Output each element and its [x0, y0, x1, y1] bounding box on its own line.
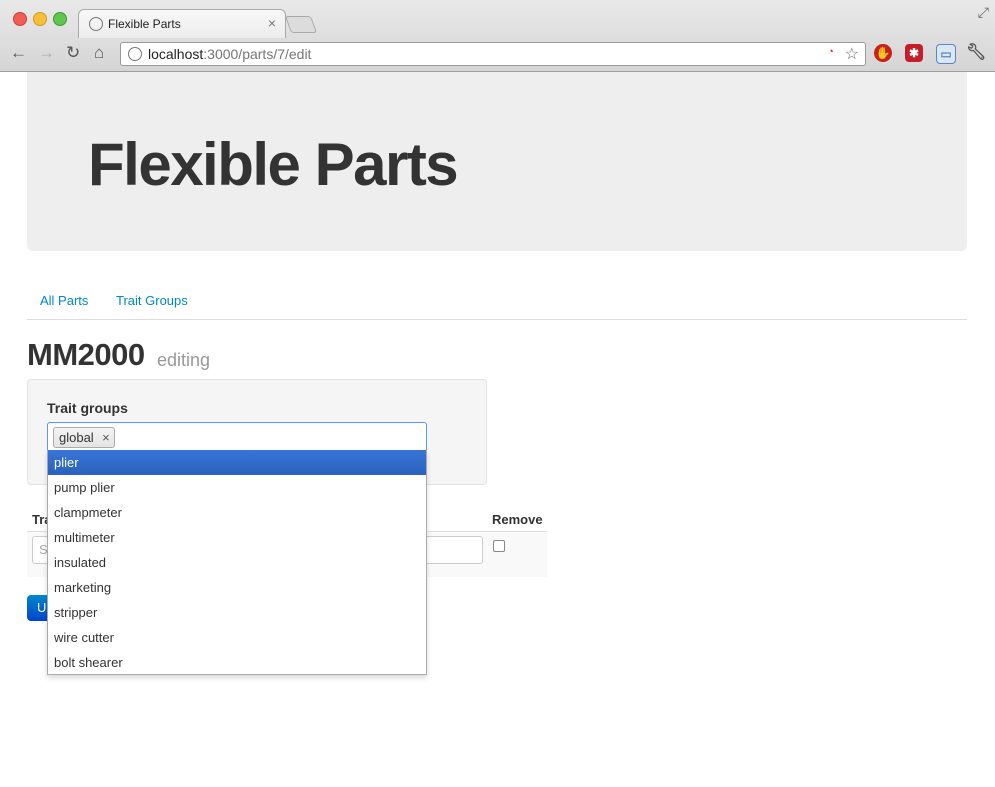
hero-title: Flexible Parts	[88, 131, 459, 198]
trait-groups-dropdown: plier pump plier clampmeter multimeter insul…	[47, 450, 427, 675]
back-icon[interactable]: ←	[10, 43, 27, 63]
nav-link-trait-groups[interactable]: Trait Groups	[116, 293, 188, 308]
page-title: MM2000	[27, 337, 145, 372]
remove-checkbox[interactable]	[493, 540, 505, 552]
zoom-window-button[interactable]	[53, 12, 67, 26]
lastpass-extension-icon[interactable]: ✱	[905, 44, 923, 62]
dropdown-option[interactable]: stripper	[48, 600, 426, 625]
chip-remove-icon[interactable]: ×	[102, 428, 110, 447]
close-window-button[interactable]	[13, 12, 27, 26]
dropdown-option[interactable]: clampmeter	[48, 500, 426, 525]
star-icon[interactable]: ☆	[845, 44, 859, 64]
tab-title: Flexible Parts	[108, 17, 181, 31]
tab-close-icon[interactable]: ×	[268, 15, 276, 31]
dropdown-option[interactable]: bolt shearer	[48, 650, 426, 675]
address-bar[interactable]: localhost:3000/parts/7/edit ◔ ☆	[120, 42, 866, 66]
nav-link-all-parts[interactable]: All Parts	[40, 293, 88, 308]
dropdown-option[interactable]: pump plier	[48, 475, 426, 500]
home-icon[interactable]: ⌂	[94, 43, 104, 63]
dropdown-option[interactable]: insulated	[48, 550, 426, 575]
hero-unit: Flexible Parts	[27, 72, 967, 251]
new-tab-button[interactable]	[284, 16, 318, 33]
selected-chip-global: global ×	[53, 427, 115, 448]
dropdown-option[interactable]: multimeter	[48, 525, 426, 550]
stop-extension-icon[interactable]: ✋	[874, 44, 892, 62]
dropdown-option[interactable]: wire cutter	[48, 625, 426, 650]
globe-icon	[89, 17, 103, 31]
forward-icon[interactable]: →	[38, 43, 55, 63]
reload-icon[interactable]: ↻	[66, 43, 80, 63]
browser-chrome: Flexible Parts × ⤢ ← → ↻ ⌂ localhost:300…	[0, 0, 995, 72]
window-extension-icon[interactable]: ▭	[936, 44, 956, 64]
minimize-window-button[interactable]	[33, 12, 47, 26]
globe-icon	[128, 47, 142, 61]
fullscreen-icon[interactable]: ⤢	[978, 4, 989, 21]
trait-groups-label: Trait groups	[47, 400, 128, 416]
trait-groups-multiselect[interactable]: global ×	[47, 422, 427, 452]
cursor-ext-icon[interactable]: ◔	[827, 46, 834, 58]
browser-tab[interactable]: Flexible Parts ×	[78, 9, 286, 38]
nav-tabs: All Parts Trait Groups	[27, 283, 967, 320]
chip-label: global	[59, 430, 94, 445]
dropdown-option[interactable]: marketing	[48, 575, 426, 600]
dropdown-option[interactable]: plier	[48, 450, 426, 475]
url-text: localhost:3000/parts/7/edit	[148, 46, 312, 62]
page-subtitle: editing	[157, 350, 211, 370]
dropdown-options: plier pump plier clampmeter multimeter insul…	[48, 450, 426, 675]
remove-column-header: Remove	[492, 512, 543, 527]
wrench-icon[interactable]: 🔧︎	[966, 44, 986, 62]
